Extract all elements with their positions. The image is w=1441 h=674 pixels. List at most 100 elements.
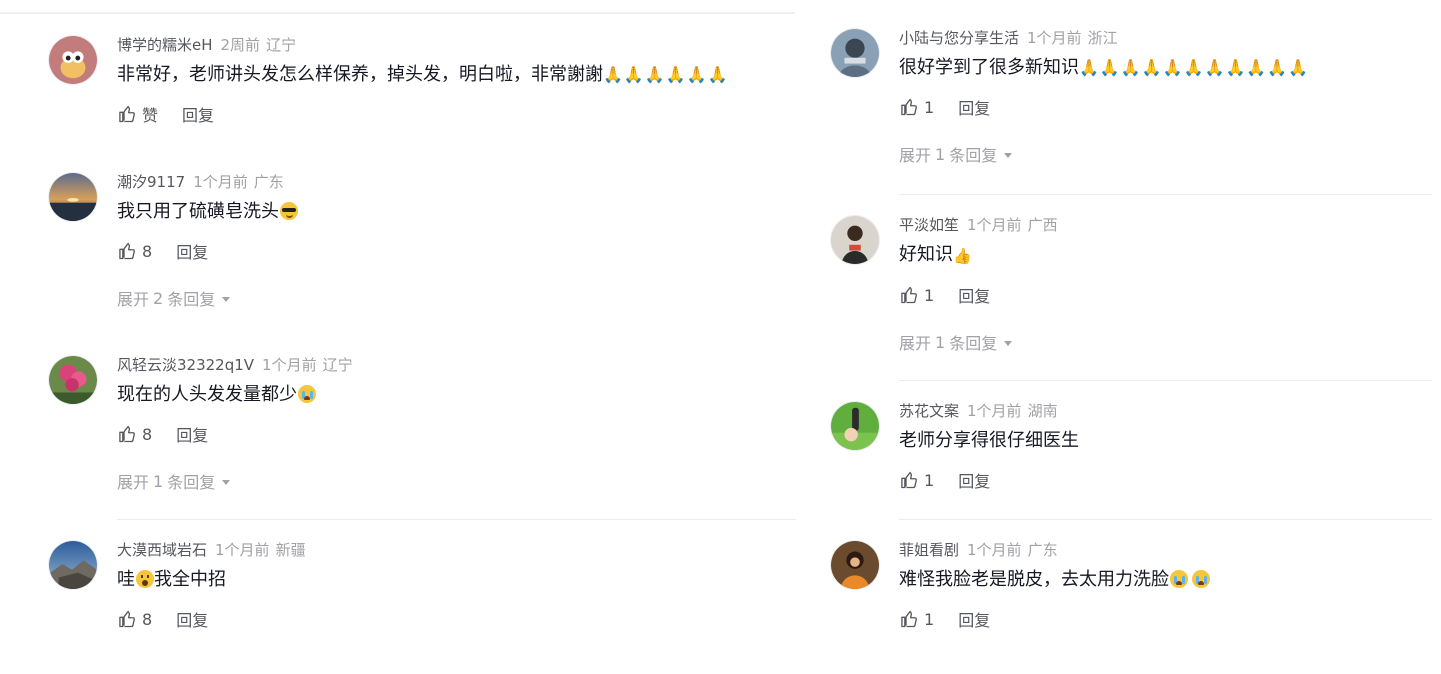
comment-text: 好知识👍 (899, 242, 1432, 269)
comment-text: 现在的人头发发量都少 (117, 382, 796, 408)
username[interactable]: 苏花文案 (899, 402, 959, 420)
like-button[interactable]: 8 (117, 424, 152, 444)
user-avatar[interactable] (48, 540, 98, 590)
folded-hands-icon: 🙏🙏🙏🙏🙏🙏 (603, 65, 729, 84)
comment-location: 湖南 (1027, 402, 1058, 420)
user-avatar[interactable] (48, 172, 98, 222)
comment-time: 1个月前 (215, 541, 270, 559)
username[interactable]: 小陆与您分享生活 (899, 29, 1019, 47)
comment-text-content: 很好学到了很多新知识 (899, 57, 1079, 78)
expand-prefix: 展开 (899, 146, 932, 165)
comment-text: 老师分享得很仔细医生 (899, 428, 1432, 454)
comment-text: 很好学到了很多新知识🙏🙏🙏🙏🙏🙏🙏🙏🙏🙏🙏 (899, 55, 1432, 81)
expand-suffix: 条回复 (949, 146, 998, 165)
comment-actions: 1 回复 (899, 468, 1432, 492)
reply-button[interactable]: 回复 (176, 607, 208, 631)
like-icon (901, 471, 917, 489)
chevron-down-icon (222, 479, 231, 485)
comment-actions: 8 回复 (117, 239, 796, 263)
comment-divider (899, 519, 1432, 520)
comment-location: 辽宁 (322, 356, 353, 374)
user-avatar[interactable] (830, 28, 880, 78)
like-button[interactable]: 8 (117, 609, 152, 629)
comment-divider (117, 519, 796, 520)
user-avatar[interactable] (830, 215, 880, 265)
comment-meta: 风轻云淡32322q1V 1个月前 辽宁 (117, 355, 796, 375)
comment-meta: 小陆与您分享生活 1个月前 浙江 (899, 28, 1432, 48)
like-button[interactable]: 1 (899, 285, 934, 305)
like-button[interactable]: 赞 (117, 102, 158, 126)
like-count: 1 (924, 470, 935, 490)
reply-button[interactable]: 回复 (958, 468, 990, 492)
expand-suffix: 条回复 (167, 473, 216, 492)
reply-button[interactable]: 回复 (958, 95, 990, 119)
reply-count: 1 (935, 332, 946, 352)
folded-hands-icon: 🙏🙏🙏🙏🙏🙏🙏🙏🙏🙏🙏 (1079, 58, 1310, 77)
comment-actions: 1 回复 (899, 607, 1432, 631)
comment-text: 哇我全中招 (117, 567, 796, 593)
user-avatar[interactable] (830, 540, 880, 590)
expand-replies-button[interactable]: 展开 1 条回复 (899, 331, 1432, 353)
comment-text: 我只用了硫磺皂洗头 (117, 199, 796, 225)
comment-location: 广西 (1027, 216, 1058, 234)
comment-meta: 博学的糯米eH 2周前 辽宁 (117, 35, 796, 55)
user-avatar[interactable] (830, 401, 880, 451)
crying-face-icon (298, 385, 316, 403)
comment-text-content: 难怪我脸老是脱皮，去太用力洗脸 (899, 569, 1169, 590)
chevron-down-icon (1004, 152, 1013, 158)
comment-location: 广东 (1027, 541, 1058, 559)
crying-face-icon (1170, 570, 1188, 588)
chevron-down-icon (222, 296, 231, 302)
comment-text: 非常好，老师讲头发怎么样保养，掉头发，明白啦，非常謝謝🙏🙏🙏🙏🙏🙏 (117, 62, 796, 88)
comment-meta: 潮汐9117 1个月前 广东 (117, 172, 796, 192)
reply-button[interactable]: 回复 (958, 283, 990, 307)
username[interactable]: 平淡如笙 (899, 216, 959, 234)
chevron-down-icon (1004, 340, 1013, 346)
username[interactable]: 风轻云淡32322q1V (117, 356, 254, 374)
reply-count: 1 (935, 144, 946, 164)
expand-suffix: 条回复 (167, 290, 216, 309)
comment-location: 辽宁 (266, 36, 297, 54)
comment-meta: 苏花文案 1个月前 湖南 (899, 401, 1432, 421)
comment-text-content: 我只用了硫磺皂洗头 (117, 201, 279, 222)
comment-actions: 8 回复 (117, 422, 796, 446)
username[interactable]: 博学的糯米eH (117, 36, 213, 54)
comment-time: 2周前 (220, 36, 261, 54)
comment-text-content: 老师分享得很仔细医生 (899, 430, 1079, 451)
comment-text: 难怪我脸老是脱皮，去太用力洗脸 (899, 567, 1432, 593)
reply-button[interactable]: 回复 (176, 422, 208, 446)
like-count: 1 (924, 285, 935, 305)
username[interactable]: 大漠西域岩石 (117, 541, 207, 559)
like-count: 1 (924, 609, 935, 629)
reply-button[interactable]: 回复 (176, 239, 208, 263)
cool-face-icon (280, 202, 298, 220)
like-count: 1 (924, 97, 935, 117)
comment-time: 1个月前 (967, 541, 1022, 559)
user-avatar[interactable] (48, 355, 98, 405)
comment-location: 浙江 (1087, 29, 1118, 47)
like-button[interactable]: 1 (899, 609, 934, 629)
username[interactable]: 菲姐看剧 (899, 541, 959, 559)
expand-prefix: 展开 (117, 290, 150, 309)
like-icon (901, 98, 917, 116)
like-button[interactable]: 8 (117, 241, 152, 261)
comment-actions: 1 回复 (899, 95, 1432, 119)
username[interactable]: 潮汐9117 (117, 173, 185, 191)
like-icon (119, 105, 135, 123)
expand-replies-button[interactable]: 展开 1 条回复 (117, 470, 796, 492)
like-button[interactable]: 1 (899, 97, 934, 117)
reply-button[interactable]: 回复 (958, 607, 990, 631)
comment-actions: 8 回复 (117, 607, 796, 631)
comment-time: 1个月前 (967, 216, 1022, 234)
like-button[interactable]: 1 (899, 470, 934, 490)
comment-meta: 菲姐看剧 1个月前 广东 (899, 540, 1432, 560)
expand-replies-button[interactable]: 展开 2 条回复 (117, 287, 796, 309)
user-avatar[interactable] (48, 35, 98, 85)
comment-time: 1个月前 (967, 402, 1022, 420)
comment-location: 新疆 (275, 541, 306, 559)
reply-button[interactable]: 回复 (182, 102, 214, 126)
like-count: 8 (142, 424, 153, 444)
expand-replies-button[interactable]: 展开 1 条回复 (899, 143, 1432, 165)
comment-time: 1个月前 (1027, 29, 1082, 47)
comment-actions: 赞 回复 (117, 102, 796, 126)
